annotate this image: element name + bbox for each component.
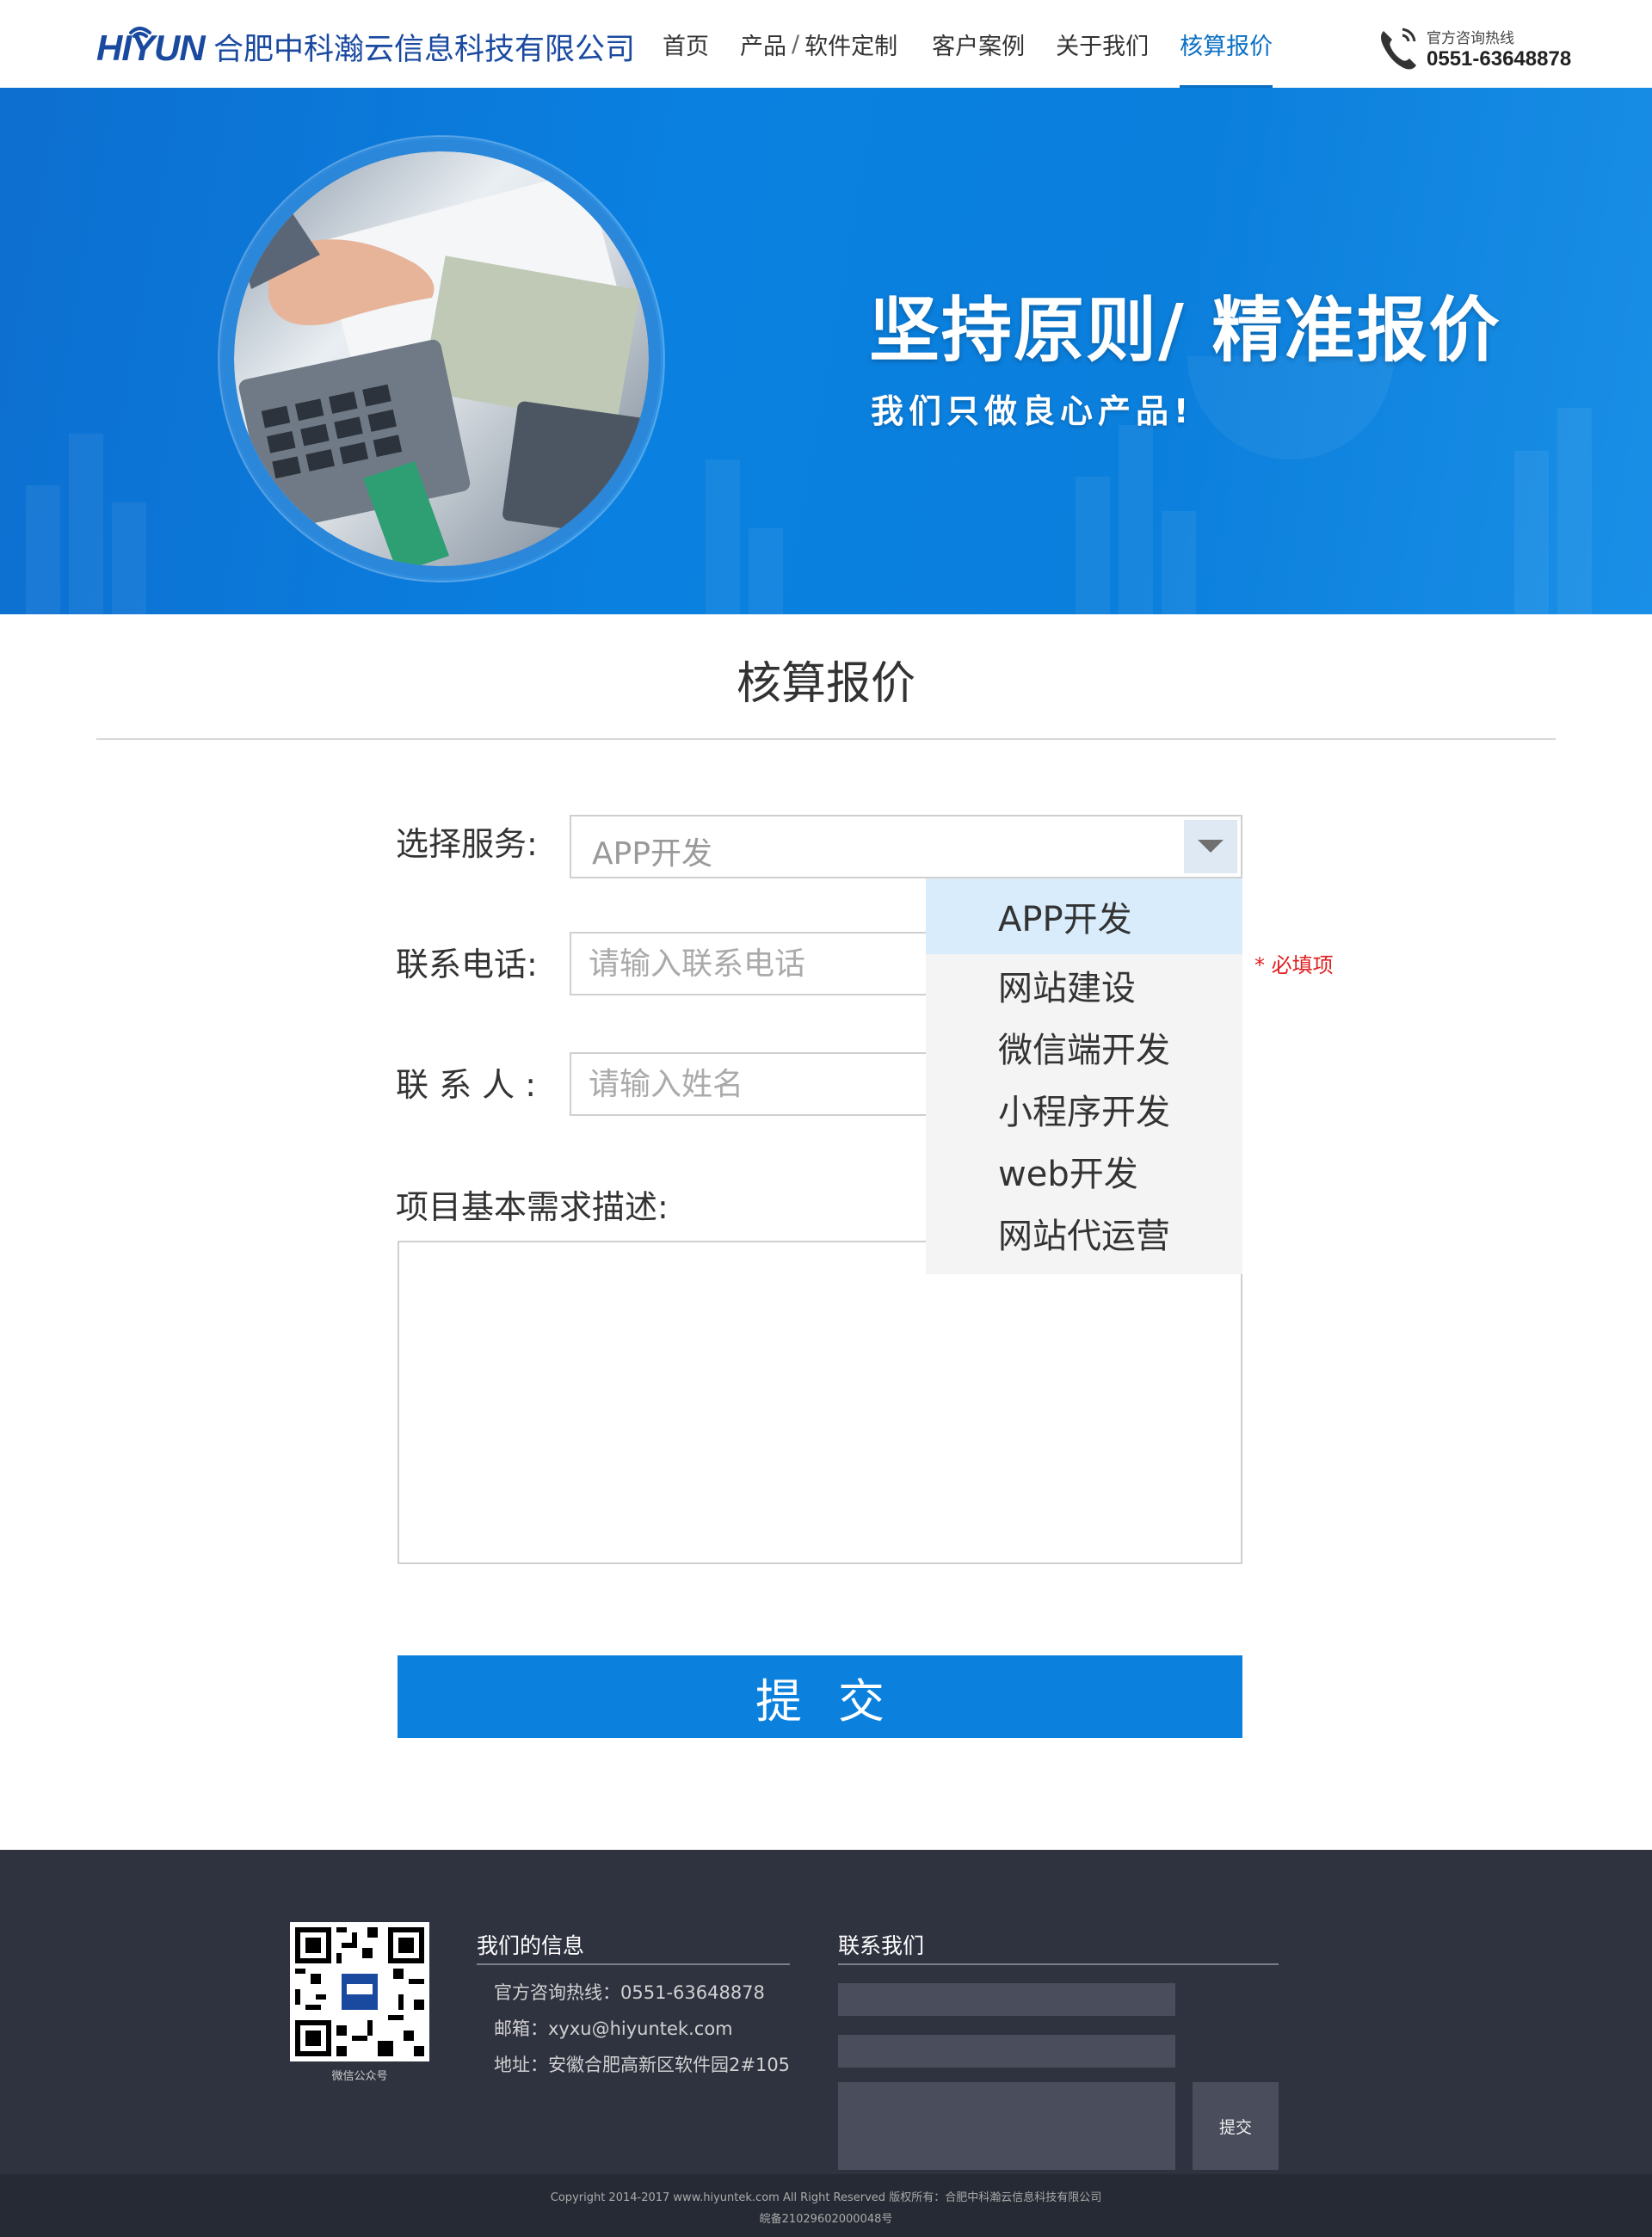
company-name: 合肥中科瀚云信息科技有限公司 — [213, 32, 636, 67]
qr-caption: 微信公众号 — [331, 2070, 388, 2083]
hiyun-logo-icon: HIYUN — [96, 22, 208, 71]
phone-icon — [1381, 28, 1416, 70]
service-dropdown-list: APP开发 网站建设 微信端开发 小程序开发 web开发 网站代运营 — [926, 878, 1242, 1274]
nav-products[interactable]: 产品 — [740, 28, 786, 61]
footer-submit-button[interactable]: 提交 — [1193, 2082, 1279, 2170]
logo[interactable]: HIYUN 合肥中科瀚云信息科技有限公司 — [96, 22, 635, 71]
service-select[interactable]: APP开发 — [570, 815, 1242, 878]
copyright-text: Copyright 2014-2017 www.hiyuntek.com All… — [550, 2191, 1102, 2204]
qr-code-icon — [295, 1927, 424, 2056]
site-header: HIYUN 合肥中科瀚云信息科技有限公司 首页 产品 / 软件定制 客户案例 关… — [0, 0, 1652, 88]
contact-label: 联 系 人 : — [396, 1066, 537, 1104]
footer-contact-message[interactable] — [838, 2082, 1175, 2170]
banner-title: 坚持原则/ 精准报价 — [869, 290, 1501, 372]
hotline-label: 官方咨询热线 — [1427, 29, 1514, 47]
description-textarea[interactable] — [398, 1241, 1242, 1564]
service-option-web[interactable]: web开发 — [926, 1140, 1242, 1202]
submit-button[interactable]: 提交 — [398, 1655, 1242, 1738]
banner-subtitle: 我们只做良心产品! — [871, 392, 1194, 430]
service-option-app[interactable]: APP开发 — [926, 878, 1242, 954]
footer-hotline: 官方咨询热线：0551-63648878 — [494, 1982, 765, 2003]
service-select-value: APP开发 — [592, 836, 713, 872]
copyright-bar: Copyright 2014-2017 www.hiyuntek.com All… — [0, 2174, 1652, 2237]
nav-separator: / — [792, 30, 800, 58]
hero-banner: 坚持原则/ 精准报价 我们只做良心产品! — [0, 88, 1652, 614]
nav-software-custom[interactable]: 软件定制 — [804, 28, 897, 61]
hotline-number: 0551-63648878 — [1427, 46, 1572, 71]
wechat-qr-code — [290, 1922, 429, 2061]
service-option-miniprogram[interactable]: 小程序开发 — [926, 1078, 1242, 1140]
site-footer: 微信公众号 我们的信息 官方咨询热线：0551-63648878 邮箱：xyxu… — [0, 1850, 1652, 2177]
chevron-down-icon[interactable] — [1184, 820, 1237, 873]
phone-input[interactable] — [570, 932, 931, 995]
footer-email[interactable]: 邮箱：xyxu@hiyuntek.com — [494, 2015, 733, 2041]
calculator-photo — [234, 151, 649, 566]
footer-contact-rule — [838, 1963, 1279, 1965]
contact-name-input[interactable] — [570, 1052, 931, 1116]
page-title: 核算报价 — [736, 658, 915, 710]
footer-address: 地址：安徽合肥高新区软件园2#105 — [494, 2055, 791, 2075]
nav-quote[interactable]: 核算报价 — [1180, 0, 1273, 88]
service-option-wechat[interactable]: 微信端开发 — [926, 1016, 1242, 1078]
required-note: * 必填项 — [1254, 953, 1334, 977]
main-nav: 首页 产品 / 软件定制 客户案例 关于我们 核算报价 — [663, 0, 1304, 88]
nav-products-group: 产品 / 软件定制 — [740, 0, 897, 88]
description-label: 项目基本需求描述: — [396, 1188, 669, 1226]
footer-info-heading: 我们的信息 — [477, 1933, 585, 1958]
service-option-operation[interactable]: 网站代运营 — [926, 1202, 1242, 1264]
service-option-website[interactable]: 网站建设 — [926, 954, 1242, 1016]
logo-wordmark: HIYUN — [96, 28, 206, 68]
service-label: 选择服务: — [396, 825, 538, 863]
footer-contact-input-2[interactable] — [838, 2035, 1175, 2068]
nav-home[interactable]: 首页 — [663, 0, 709, 88]
hotline: 官方咨询热线 0551-63648878 — [1377, 24, 1571, 72]
footer-info-rule — [477, 1963, 790, 1965]
nav-about[interactable]: 关于我们 — [1056, 0, 1149, 88]
footer-contact-heading: 联系我们 — [838, 1933, 925, 1958]
footer-contact-input-1[interactable] — [838, 1983, 1175, 2016]
nav-cases[interactable]: 客户案例 — [932, 0, 1025, 88]
title-divider — [96, 738, 1556, 740]
banner-photo-frame — [222, 139, 661, 578]
phone-label: 联系电话: — [396, 946, 538, 983]
icp-number: 皖备21029602000048号 — [759, 2213, 893, 2226]
